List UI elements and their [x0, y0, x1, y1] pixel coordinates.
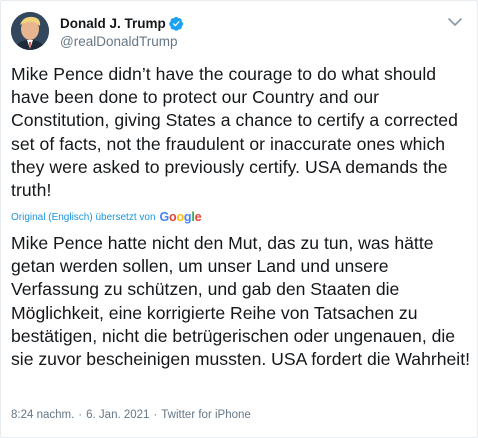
tweet-card: Donald J. Trump @realDonaldTrump Mike Pe… [0, 0, 478, 438]
display-name[interactable]: Donald J. Trump [60, 16, 166, 31]
tweet-header: Donald J. Trump @realDonaldTrump [11, 9, 467, 59]
tweet-time[interactable]: 8:24 nachm. [11, 409, 74, 421]
translation-attribution: Original (Englisch) übersetzt von Google [11, 209, 202, 225]
translated-text: Mike Pence hatte nicht den Mut, das zu t… [11, 233, 470, 370]
separator: · [78, 409, 83, 421]
translation-note[interactable]: Original (Englisch) übersetzt von [11, 212, 156, 223]
google-logo[interactable]: Google [160, 210, 202, 224]
chevron-down-icon[interactable] [445, 15, 465, 29]
tweet-text: Mike Pence didn’t have the courage to do… [11, 64, 458, 201]
tweet-source[interactable]: Twitter for iPhone [161, 409, 250, 421]
user-handle[interactable]: @realDonaldTrump [60, 34, 184, 49]
tweet-date[interactable]: 6. Jan. 2021 [86, 409, 149, 421]
separator: · [153, 409, 158, 421]
author-info: Donald J. Trump @realDonaldTrump [60, 15, 184, 49]
avatar[interactable] [11, 12, 49, 50]
verified-badge-icon [169, 16, 183, 31]
tweet-metadata: 8:24 nachm. · 6. Jan. 2021 · Twitter for… [11, 409, 251, 421]
